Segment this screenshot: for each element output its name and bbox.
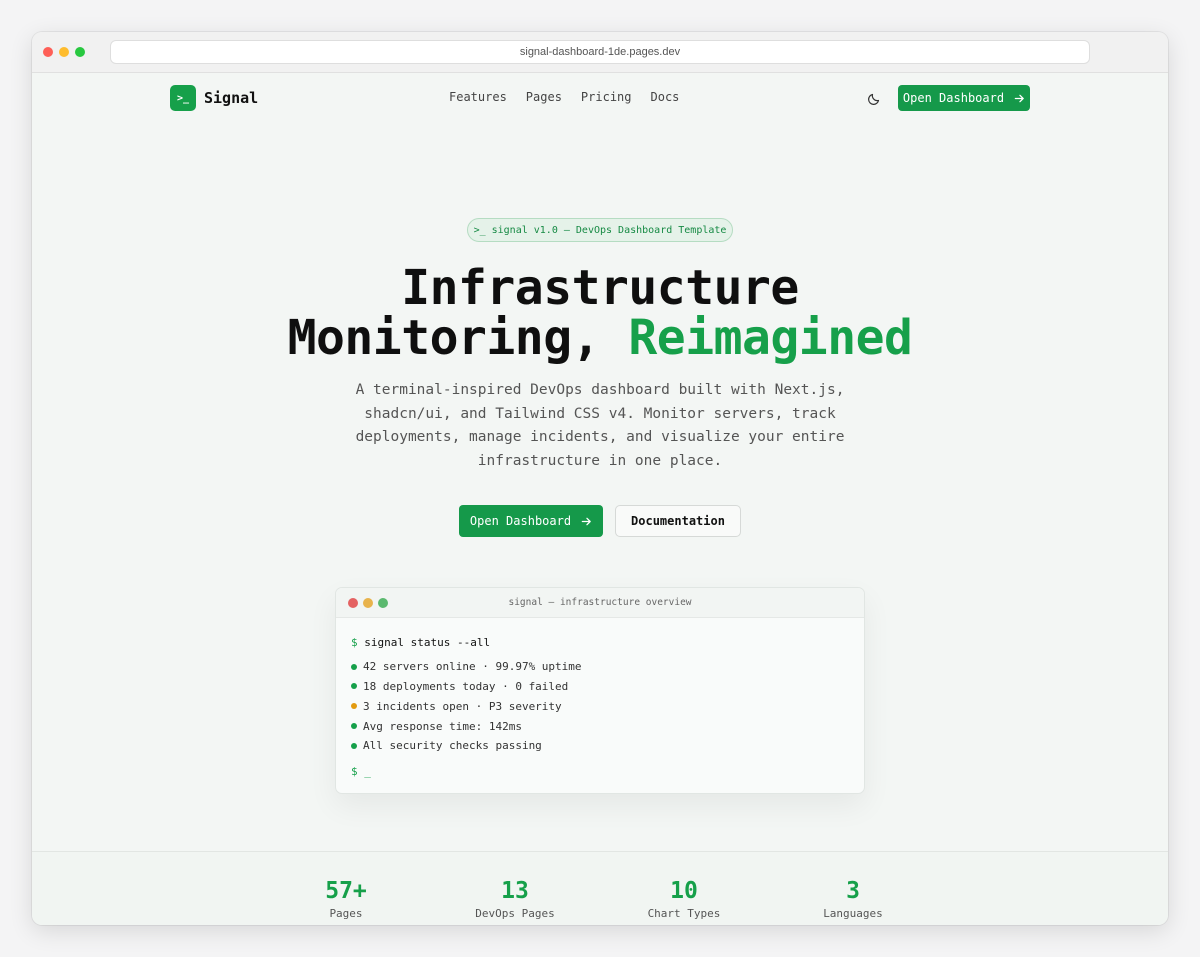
terminal-output: $ signal status --all 42 servers online … <box>351 633 582 782</box>
maximize-window-icon[interactable] <box>75 47 85 57</box>
terminal-cursor: _ <box>364 765 371 779</box>
close-window-icon[interactable] <box>43 47 53 57</box>
stat-value: 10 <box>670 878 698 904</box>
nav-link-pricing[interactable]: Pricing <box>581 90 632 104</box>
nav-open-dashboard-label: Open Dashboard <box>902 91 1005 105</box>
prompt-symbol: $ <box>351 636 358 650</box>
prompt-symbol: $ <box>351 765 358 779</box>
status-line: 3 incidents open · P3 severity <box>351 696 582 716</box>
hero-open-dashboard-label: Open Dashboard <box>469 514 572 528</box>
headline-line-1: Infrastructure <box>401 260 799 316</box>
nav-link-features[interactable]: Features <box>449 90 507 104</box>
browser-window: signal-dashboard-1de.pages.dev >_ Signal… <box>32 32 1168 925</box>
headline-plain: Monitoring, <box>287 310 601 366</box>
terminal-titlebar: signal — infrastructure overview <box>336 588 864 618</box>
logo[interactable]: >_ Signal <box>170 85 258 111</box>
terminal-input-line: $ _ <box>351 762 582 782</box>
version-badge: >_ signal v1.0 — DevOps Dashboard Templa… <box>467 218 733 242</box>
stat-label: Pages <box>329 907 363 920</box>
top-nav: >_ Signal Features Pages Pricing Docs Op… <box>32 73 1168 123</box>
status-text: All security checks passing <box>363 739 542 753</box>
browser-chrome: signal-dashboard-1de.pages.dev <box>32 32 1168 73</box>
stat-languages: 3 Languages <box>788 878 918 920</box>
terminal-command-line: $ signal status --all <box>351 633 582 653</box>
minimize-window-icon[interactable] <box>59 47 69 57</box>
terminal-title: signal — infrastructure overview <box>508 597 692 608</box>
documentation-button[interactable]: Documentation <box>615 505 741 537</box>
terminal-logo-icon: >_ <box>170 85 196 111</box>
logo-text: Signal <box>204 89 259 107</box>
stat-chart-types: 10 Chart Types <box>619 878 749 920</box>
stat-label: Languages <box>823 907 883 920</box>
status-text: 42 servers online · 99.97% uptime <box>363 660 582 674</box>
status-text: 18 deployments today · 0 failed <box>363 679 569 693</box>
terminal-command: signal status --all <box>364 636 491 650</box>
nav-links: Features Pages Pricing Docs <box>449 90 679 104</box>
status-ok-dot-icon <box>351 742 357 749</box>
stat-value: 13 <box>501 878 529 904</box>
hero-description: A terminal-inspired DevOps dashboard bui… <box>355 382 845 469</box>
status-ok-dot-icon <box>351 683 357 690</box>
moon-icon[interactable] <box>867 90 883 106</box>
nav-link-docs[interactable]: Docs <box>651 90 680 104</box>
headline-line-2: Monitoring, Reimagined <box>32 313 1168 363</box>
stats-bar: 57+ Pages 13 DevOps Pages 10 Chart Types… <box>32 851 1168 925</box>
arrow-right-icon <box>1014 94 1024 102</box>
hero-open-dashboard-button[interactable]: Open Dashboard <box>459 505 603 537</box>
status-ok-dot-icon <box>351 723 357 730</box>
status-line: 42 servers online · 99.97% uptime <box>351 657 582 677</box>
status-text: Avg response time: 142ms <box>363 719 522 733</box>
address-bar[interactable]: signal-dashboard-1de.pages.dev <box>110 40 1090 64</box>
headline-accent: Reimagined <box>628 310 913 366</box>
nav-open-dashboard-button[interactable]: Open Dashboard <box>898 85 1030 111</box>
hero-headline: Infrastructure Monitoring, Reimagined <box>32 263 1168 363</box>
landing-page: >_ Signal Features Pages Pricing Docs Op… <box>32 73 1168 925</box>
stat-label: Chart Types <box>647 907 721 920</box>
arrow-right-icon <box>581 517 591 525</box>
stat-pages: 57+ Pages <box>281 878 411 920</box>
status-line: 18 deployments today · 0 failed <box>351 677 582 697</box>
stat-devops-pages: 13 DevOps Pages <box>450 878 580 920</box>
terminal-preview: signal — infrastructure overview $ signa… <box>335 587 865 794</box>
status-text: 3 incidents open · P3 severity <box>363 699 562 713</box>
status-line: Avg response time: 142ms <box>351 716 582 736</box>
stat-value: 3 <box>846 878 860 904</box>
nav-link-pages[interactable]: Pages <box>526 90 562 104</box>
stat-value: 57+ <box>325 878 367 904</box>
stat-label: DevOps Pages <box>475 907 555 920</box>
status-ok-dot-icon <box>351 663 357 670</box>
status-line: All security checks passing <box>351 736 582 756</box>
status-warn-dot-icon <box>351 703 357 710</box>
